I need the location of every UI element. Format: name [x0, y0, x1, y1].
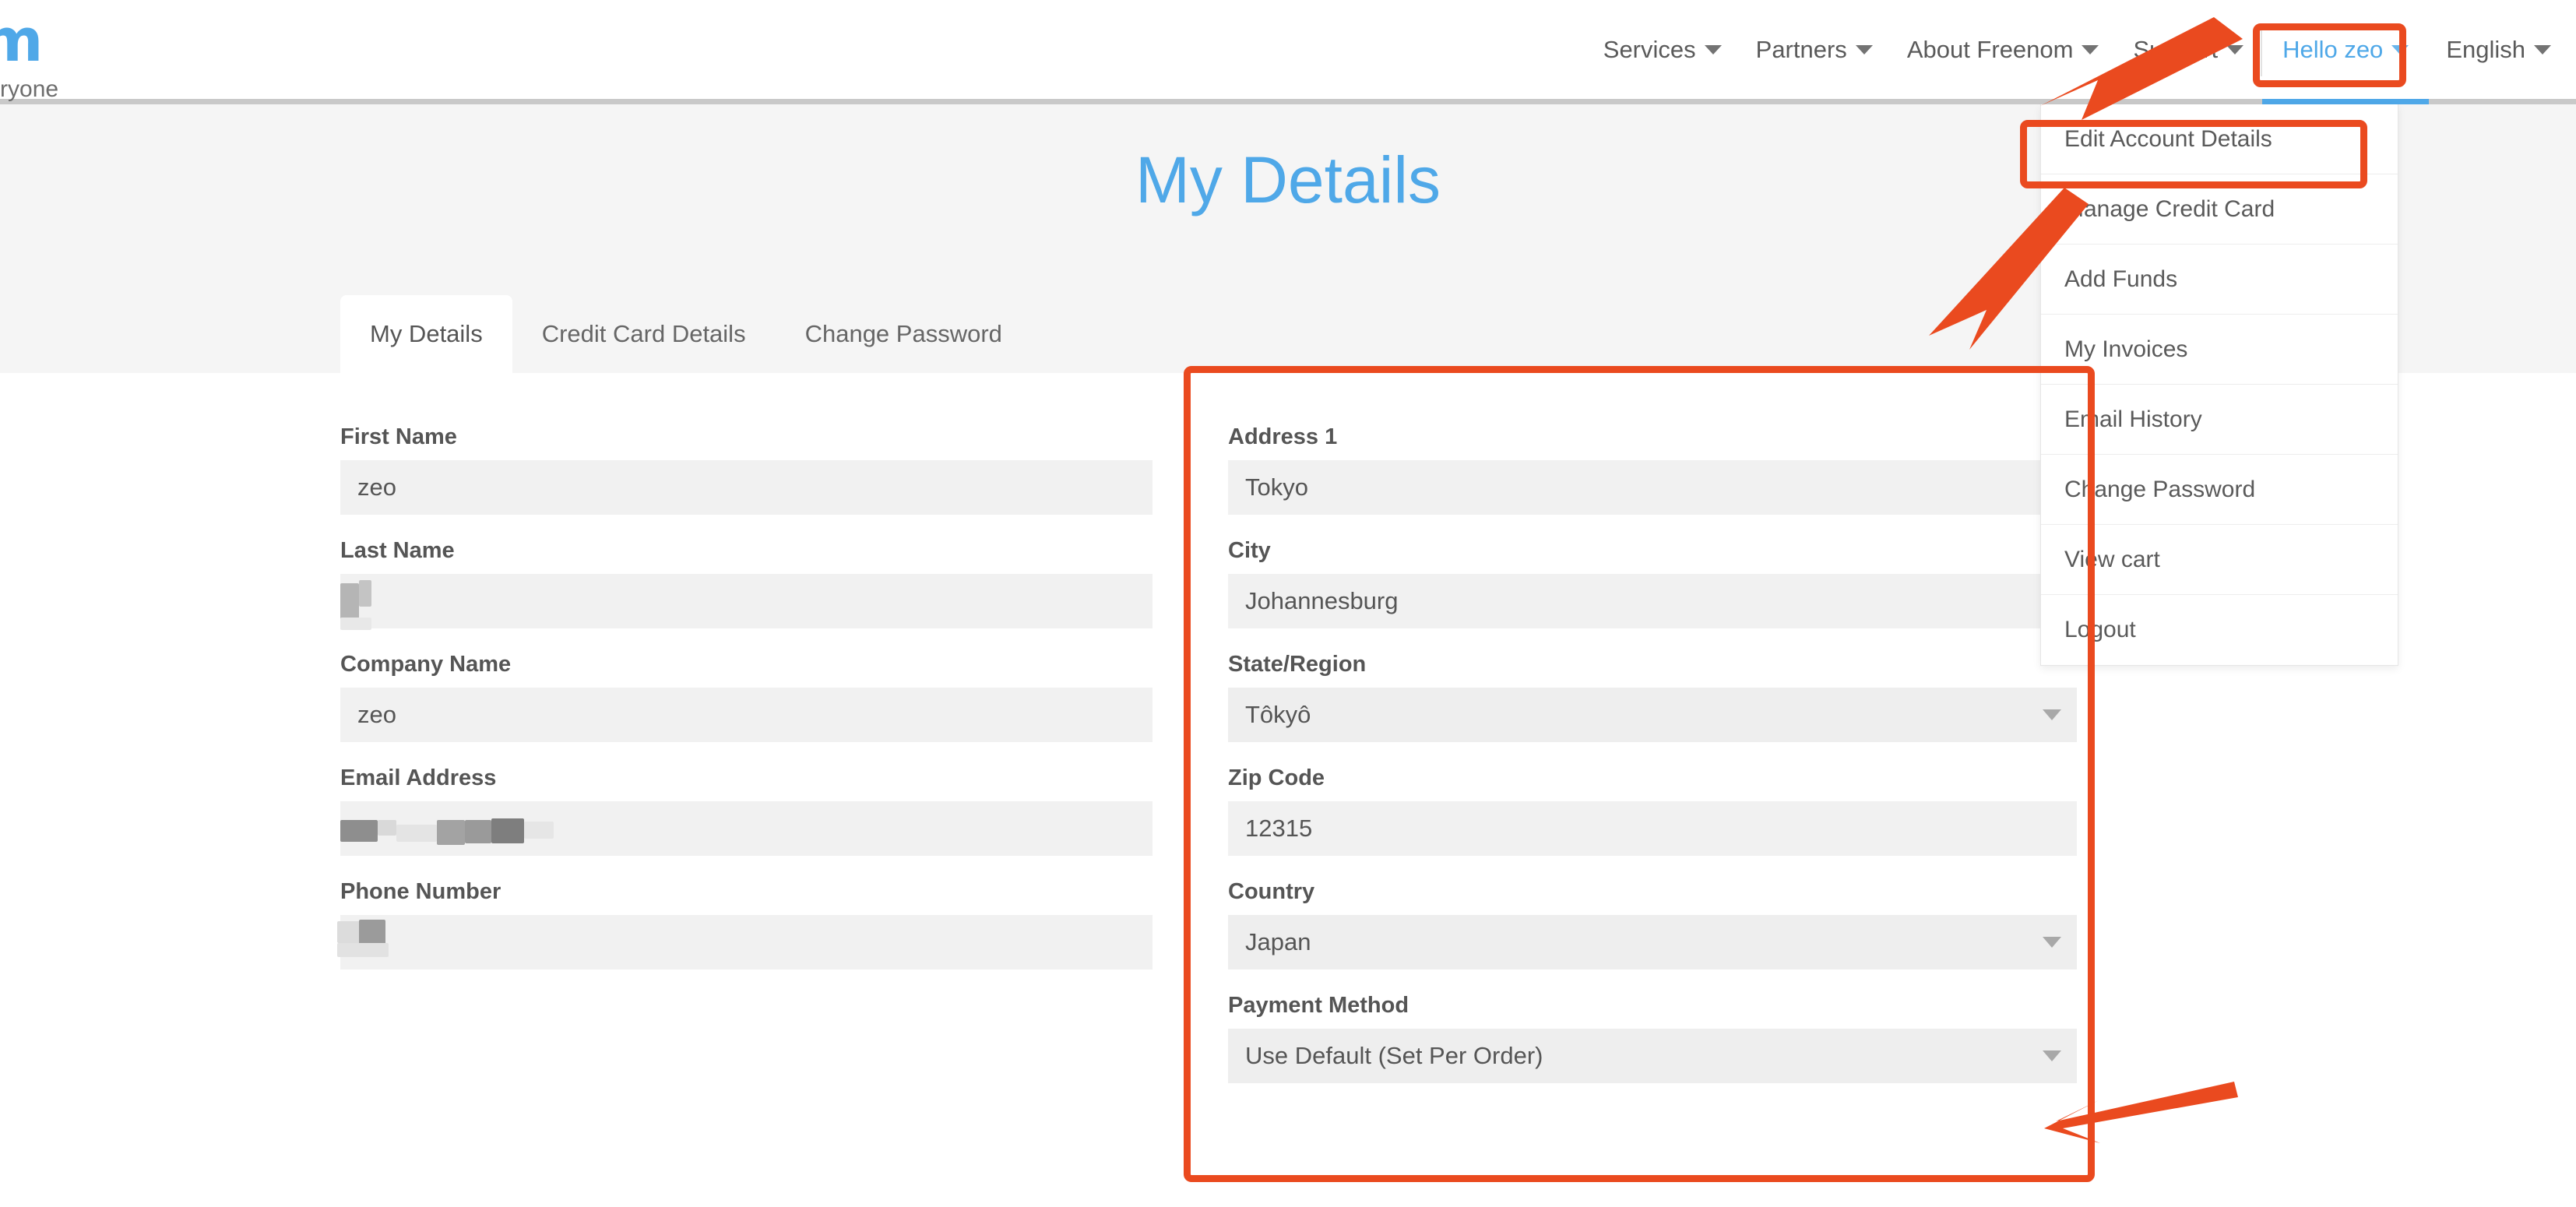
chevron-down-icon: [2534, 44, 2551, 55]
redaction-blob: [337, 943, 389, 957]
zip-code-input[interactable]: 12315: [1228, 801, 2077, 856]
nav-label: About Freenom: [1906, 35, 2074, 63]
active-nav-indicator: [2262, 99, 2430, 104]
email-address-input[interactable]: [340, 801, 1153, 856]
nav-label: Partners: [1755, 35, 1847, 63]
redaction-blob: [340, 820, 378, 842]
chevron-down-icon: [2043, 1050, 2061, 1061]
field-label: Email Address: [340, 765, 497, 790]
redaction-blob: [340, 618, 371, 630]
chevron-down-icon: [2043, 937, 2061, 948]
chevron-down-icon: [1704, 44, 1722, 55]
page-root: om r Everyone Services Partners About Fr…: [0, 0, 2576, 1207]
field-label: Address 1: [1228, 424, 1338, 449]
field-payment-method: Payment Method Use Default (Set Per Orde…: [1228, 993, 2077, 1083]
field-state-region: State/Region Tôkyô: [1228, 652, 2077, 742]
field-phone-number: Phone Number: [337, 879, 1153, 969]
dropdown-item-change-password[interactable]: Change Password: [2041, 455, 2398, 525]
payment-method-select[interactable]: Use Default (Set Per Order): [1228, 1029, 2077, 1083]
nav-item-about-freenom[interactable]: About Freenom: [1890, 0, 2117, 99]
main-nav: Services Partners About Freenom Support …: [1586, 0, 2568, 104]
state-region-value: Tôkyô: [1245, 701, 1311, 728]
redaction-blob: [359, 580, 371, 607]
field-label: City: [1228, 538, 1271, 563]
logo-tagline: r Everyone: [0, 76, 59, 102]
field-label: Phone Number: [340, 879, 501, 904]
chevron-down-icon: [2391, 44, 2409, 55]
form-column-right: Address 1 Tokyo City Johannesburg State/…: [1228, 424, 2077, 1107]
chevron-down-icon: [2043, 709, 2061, 720]
redaction-blob: [340, 583, 359, 619]
dropdown-item-edit-account-details[interactable]: Edit Account Details: [2041, 104, 2398, 174]
field-label: First Name: [340, 424, 457, 449]
tab-change-password[interactable]: Change Password: [776, 295, 1032, 373]
field-label: State/Region: [1228, 652, 1367, 677]
freenom-logo[interactable]: om r Everyone: [0, 11, 58, 103]
redaction-blob: [378, 820, 396, 836]
language-label: English: [2446, 35, 2525, 63]
field-company-name: Company Name zeo: [340, 652, 1153, 742]
tab-credit-card-details[interactable]: Credit Card Details: [512, 295, 776, 373]
logo-wordmark: om: [0, 5, 43, 75]
redaction-blob: [491, 818, 524, 843]
field-last-name: Last Name: [340, 538, 1153, 630]
redaction-blob: [465, 820, 491, 843]
dropdown-item-logout[interactable]: Logout: [2041, 595, 2398, 665]
field-label: Company Name: [340, 652, 512, 677]
dropdown-item-add-funds[interactable]: Add Funds: [2041, 245, 2398, 315]
chevron-down-icon: [1855, 44, 1873, 55]
redaction-blob: [524, 822, 554, 839]
company-name-input[interactable]: zeo: [340, 688, 1153, 742]
redaction-blob: [396, 825, 437, 842]
site-header: om r Everyone Services Partners About Fr…: [0, 0, 2576, 104]
tab-my-details[interactable]: My Details: [340, 295, 512, 373]
field-label: Zip Code: [1228, 765, 1325, 790]
address-1-input[interactable]: Tokyo: [1228, 460, 2077, 515]
nav-item-partners[interactable]: Partners: [1739, 0, 1890, 99]
chevron-down-icon: [2082, 44, 2099, 55]
form-column-left: First Name zeo Last Name Company Name ze…: [337, 424, 1153, 993]
country-value: Japan: [1245, 928, 1311, 955]
field-label: Payment Method: [1228, 993, 1409, 1018]
nav-label: Support: [2133, 35, 2219, 63]
dropdown-item-email-history[interactable]: Email History: [2041, 385, 2398, 455]
nav-item-services[interactable]: Services: [1586, 0, 1739, 99]
payment-method-value: Use Default (Set Per Order): [1245, 1042, 1543, 1069]
tab-bar: My Details Credit Card Details Change Pa…: [340, 295, 1032, 373]
nav-item-language[interactable]: English: [2429, 0, 2568, 99]
phone-number-input[interactable]: [337, 915, 1153, 969]
field-country: Country Japan: [1228, 879, 2077, 969]
last-name-input[interactable]: [340, 574, 1153, 630]
city-input[interactable]: Johannesburg: [1228, 574, 2077, 628]
nav-item-support[interactable]: Support: [2116, 0, 2261, 99]
country-select[interactable]: Japan: [1228, 915, 2077, 969]
first-name-input[interactable]: zeo: [340, 460, 1153, 515]
user-menu-label: Hello zeo: [2282, 35, 2384, 63]
user-dropdown-menu: Edit Account Details Manage Credit Card …: [2040, 104, 2398, 666]
dropdown-item-view-cart[interactable]: View cart: [2041, 525, 2398, 595]
field-first-name: First Name zeo: [340, 424, 1153, 515]
field-city: City Johannesburg: [1228, 538, 2077, 628]
field-label: Last Name: [340, 538, 455, 563]
field-label: Country: [1228, 879, 1315, 904]
chevron-down-icon: [2226, 44, 2244, 55]
dropdown-item-manage-credit-card[interactable]: Manage Credit Card: [2041, 174, 2398, 245]
dropdown-item-my-invoices[interactable]: My Invoices: [2041, 315, 2398, 385]
state-region-select[interactable]: Tôkyô: [1228, 688, 2077, 742]
field-email-address: Email Address: [340, 765, 1153, 856]
redaction-blob: [437, 820, 465, 845]
field-zip-code: Zip Code 12315: [1228, 765, 2077, 856]
nav-label: Services: [1603, 35, 1696, 63]
field-address-1: Address 1 Tokyo: [1228, 424, 2077, 515]
nav-item-user-menu[interactable]: Hello zeo: [2262, 0, 2430, 104]
